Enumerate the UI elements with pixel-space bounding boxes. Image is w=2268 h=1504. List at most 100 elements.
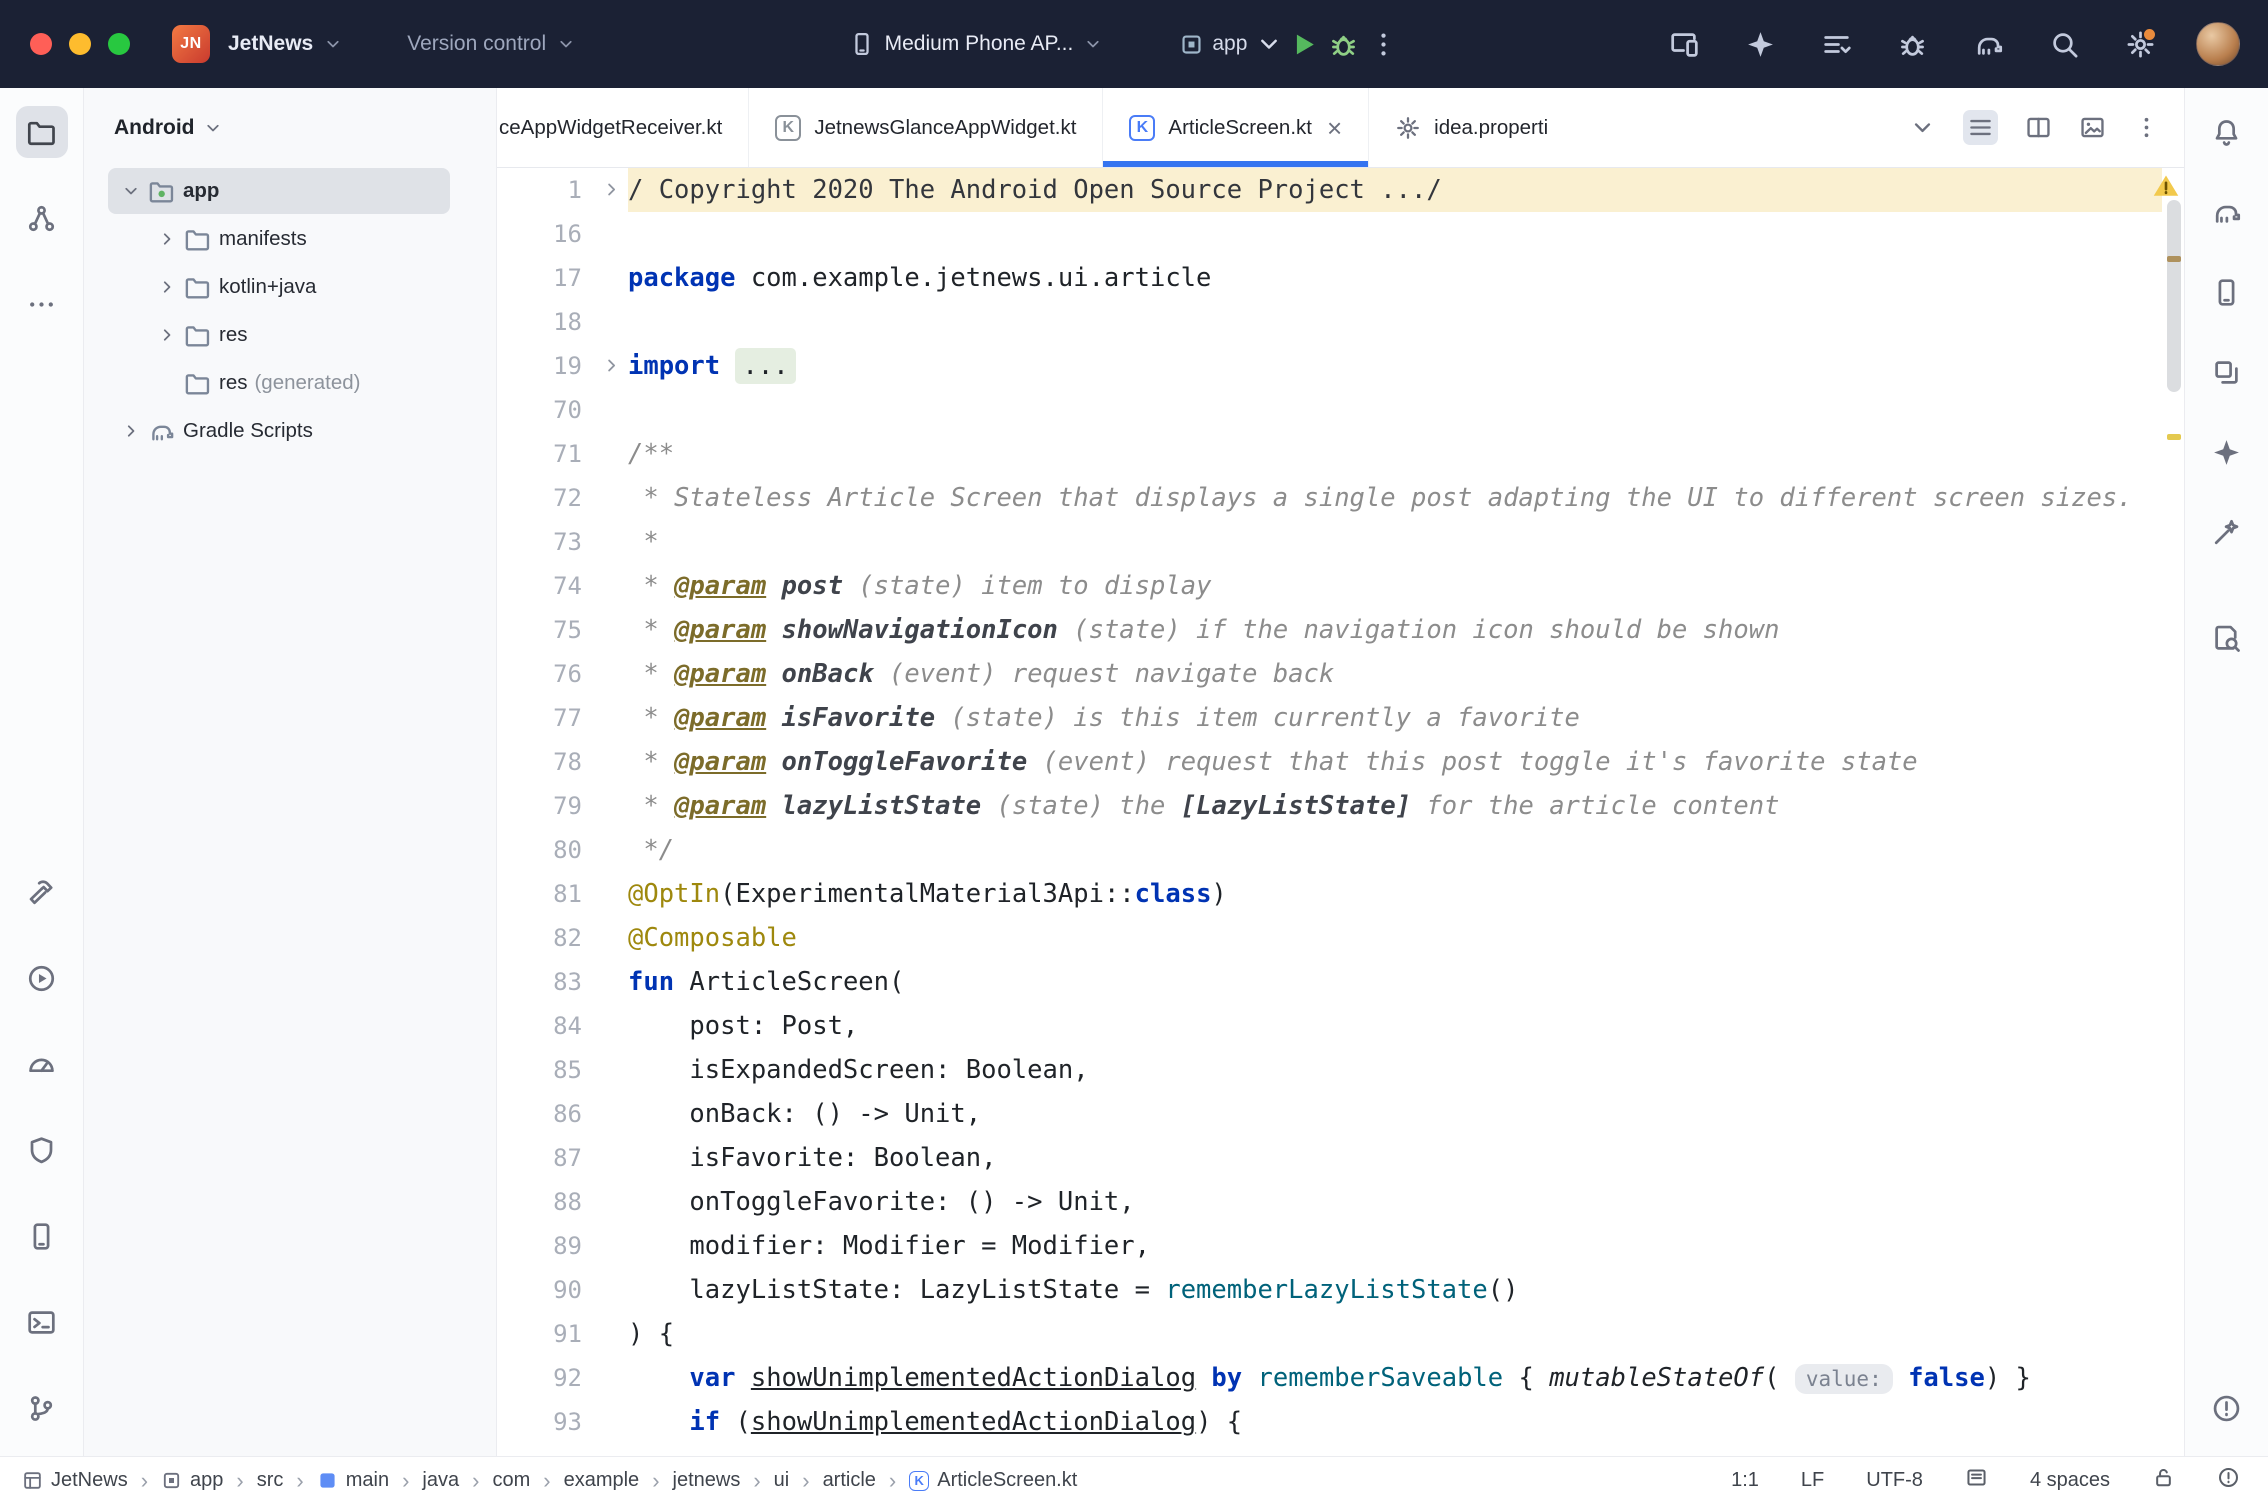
breadcrumb-item[interactable]: com	[492, 1469, 530, 1492]
breadcrumb-item[interactable]: app	[161, 1469, 223, 1492]
code-text[interactable]: */	[628, 828, 2162, 872]
code-line[interactable]: 89 modifier: Modifier = Modifier,	[497, 1224, 2162, 1268]
device-manager-icon[interactable]	[2201, 266, 2253, 318]
gutter[interactable]: 73	[497, 520, 628, 564]
preview-icon[interactable]	[2079, 114, 2106, 141]
gutter[interactable]: 18	[497, 300, 628, 344]
breadcrumb-item[interactable]: JetNews	[22, 1469, 128, 1492]
running-devices-icon[interactable]	[16, 952, 68, 1004]
inspections-icon[interactable]	[2217, 1466, 2240, 1495]
code-text[interactable]: * @param post (state) item to display	[628, 564, 2162, 608]
gutter[interactable]: 70	[497, 388, 628, 432]
gutter[interactable]: 81	[497, 872, 628, 916]
more-actions-button[interactable]	[1363, 24, 1403, 64]
task-list-icon[interactable]	[1816, 24, 1856, 64]
code-text[interactable]: * @param lazyListState (state) the [Lazy…	[628, 784, 2162, 828]
code-line[interactable]: 92 var showUnimplementedActionDialog by …	[497, 1356, 2162, 1400]
warning-stripe-mark[interactable]	[2167, 434, 2181, 440]
file-encoding[interactable]: UTF-8	[1866, 1469, 1923, 1492]
editor-more-icon[interactable]	[2133, 114, 2160, 141]
code-line[interactable]: 83fun ArticleScreen(	[497, 960, 2162, 1004]
gutter[interactable]: 88	[497, 1180, 628, 1224]
code-line[interactable]: 19import ...	[497, 344, 2162, 388]
gutter[interactable]: 78	[497, 740, 628, 784]
gutter[interactable]: 87	[497, 1136, 628, 1180]
app-insights-icon[interactable]	[2201, 612, 2253, 664]
code-text[interactable]: / Copyright 2020 The Android Open Source…	[628, 168, 2162, 212]
gutter[interactable]: 17	[497, 256, 628, 300]
project-menu[interactable]: JetNews	[216, 16, 355, 72]
search-everywhere-icon[interactable]	[2044, 24, 2084, 64]
problems-icon[interactable]	[2201, 1382, 2253, 1434]
gutter[interactable]: 92	[497, 1356, 628, 1400]
gutter[interactable]: 86	[497, 1092, 628, 1136]
gutter[interactable]: 90	[497, 1268, 628, 1312]
tab-idea-properti[interactable]: idea.properti	[1369, 88, 1574, 167]
code-text[interactable]: lazyListState: LazyListState = rememberL…	[628, 1268, 2162, 1312]
gutter[interactable]: 1	[497, 168, 628, 212]
gutter[interactable]: 93	[497, 1400, 628, 1444]
code-line[interactable]: 76 * @param onBack (event) request navig…	[497, 652, 2162, 696]
tree-item-res[interactable]: res	[108, 312, 450, 358]
split-editor-icon[interactable]	[2025, 114, 2052, 141]
gutter[interactable]: 19	[497, 344, 628, 388]
code-text[interactable]: var showUnimplementedActionDialog by rem…	[628, 1356, 2162, 1400]
code-text[interactable]: import ...	[628, 344, 2162, 388]
notifications-icon[interactable]	[2201, 106, 2253, 158]
gutter[interactable]: 77	[497, 696, 628, 740]
code-line[interactable]: 73 *	[497, 520, 2162, 564]
code-text[interactable]: *	[628, 520, 2162, 564]
code-line[interactable]: 88 onToggleFavorite: () -> Unit,	[497, 1180, 2162, 1224]
code-text[interactable]: if (showUnimplementedActionDialog) {	[628, 1400, 2162, 1444]
code-line[interactable]: 18	[497, 300, 2162, 344]
code-line[interactable]: 84 post: Post,	[497, 1004, 2162, 1048]
chevron-right-icon[interactable]	[116, 420, 146, 442]
close-tab-icon[interactable]: ×	[1327, 115, 1342, 141]
app-quality-insights-icon[interactable]	[16, 1124, 68, 1176]
code-text[interactable]: post: Post,	[628, 1004, 2162, 1048]
tree-item-res[interactable]: res(generated)	[108, 360, 450, 406]
code-line[interactable]: 79 * @param lazyListState (state) the [L…	[497, 784, 2162, 828]
project-tool-icon[interactable]	[16, 106, 68, 158]
assistant-icon[interactable]	[2201, 506, 2253, 558]
code-text[interactable]: /**	[628, 432, 2162, 476]
tab-jetnewsglanceappwidget-kt[interactable]: KJetnewsGlanceAppWidget.kt	[749, 88, 1103, 167]
scrollbar-thumb[interactable]	[2167, 200, 2181, 392]
chevron-right-icon[interactable]	[152, 324, 182, 346]
code-text[interactable]	[628, 212, 2162, 256]
code-text[interactable]: modifier: Modifier = Modifier,	[628, 1224, 2162, 1268]
code-text[interactable]	[628, 300, 2162, 344]
code-line[interactable]: 77 * @param isFavorite (state) is this i…	[497, 696, 2162, 740]
gutter[interactable]: 79	[497, 784, 628, 828]
code-line[interactable]: 87 isFavorite: Boolean,	[497, 1136, 2162, 1180]
code-line[interactable]: 93 if (showUnimplementedActionDialog) {	[497, 1400, 2162, 1444]
gutter[interactable]: 82	[497, 916, 628, 960]
tree-item-manifests[interactable]: manifests	[108, 216, 450, 262]
gutter[interactable]: 75	[497, 608, 628, 652]
code-text[interactable]: isFavorite: Boolean,	[628, 1136, 2162, 1180]
code-text[interactable]: * @param onToggleFavorite (event) reques…	[628, 740, 2162, 784]
code-line[interactable]: 70	[497, 388, 2162, 432]
breadcrumb-item[interactable]: ui	[774, 1469, 790, 1492]
more-tool-windows-icon[interactable]	[16, 278, 68, 330]
code-text[interactable]: onToggleFavorite: () -> Unit,	[628, 1180, 2162, 1224]
code-line[interactable]: 80 */	[497, 828, 2162, 872]
breadcrumb-item[interactable]: jetnews	[673, 1469, 741, 1492]
breadcrumb-item[interactable]: src	[257, 1469, 284, 1492]
gutter[interactable]: 16	[497, 212, 628, 256]
device-manager-icon[interactable]	[16, 1210, 68, 1262]
code-line[interactable]: 78 * @param onToggleFavorite (event) req…	[497, 740, 2162, 784]
chevron-right-icon[interactable]	[152, 276, 182, 298]
code-line[interactable]: 86 onBack: () -> Unit,	[497, 1092, 2162, 1136]
run-button[interactable]	[1283, 24, 1323, 64]
code-line[interactable]: 81@OptIn(ExperimentalMaterial3Api::class…	[497, 872, 2162, 916]
code-text[interactable]: * @param showNavigationIcon (state) if t…	[628, 608, 2162, 652]
version-control-tool-icon[interactable]	[16, 1382, 68, 1434]
indent-setting[interactable]: 4 spaces	[2030, 1469, 2110, 1492]
code-line[interactable]: 17package com.example.jetnews.ui.article	[497, 256, 2162, 300]
code-line[interactable]: 90 lazyListState: LazyListState = rememb…	[497, 1268, 2162, 1312]
gutter[interactable]: 80	[497, 828, 628, 872]
gutter[interactable]: 84	[497, 1004, 628, 1048]
tree-item-gradle-scripts[interactable]: Gradle Scripts	[108, 408, 450, 454]
breadcrumb-item[interactable]: KArticleScreen.kt	[909, 1469, 1077, 1492]
